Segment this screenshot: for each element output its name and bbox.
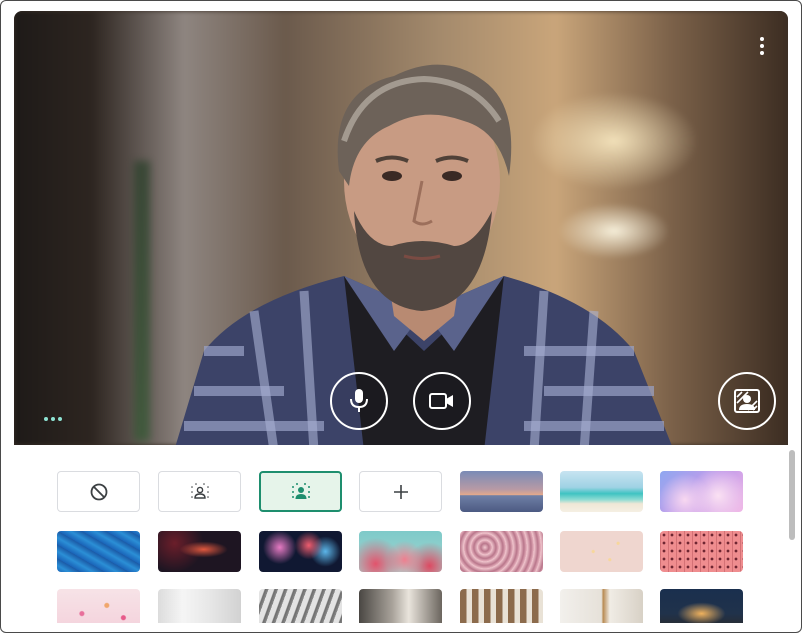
blur-slight-icon: [190, 482, 209, 499]
background-pink-blossoms[interactable]: [359, 531, 442, 572]
background-fireworks[interactable]: [259, 531, 342, 572]
blur-option[interactable]: [259, 471, 342, 512]
camera-button[interactable]: [413, 372, 471, 430]
background-white-shelves[interactable]: [560, 589, 643, 623]
background-blue-water[interactable]: [57, 531, 140, 572]
background-effects-icon: [734, 389, 760, 413]
background-sunset-horizon[interactable]: [460, 471, 543, 512]
background-lit-house-night[interactable]: [660, 589, 743, 623]
blur-icon: [291, 482, 310, 499]
background-confetti-floor[interactable]: [57, 589, 140, 623]
more-vert-icon[interactable]: [758, 37, 766, 55]
upload-background-option[interactable]: [359, 471, 442, 512]
slight-blur-option[interactable]: [158, 471, 241, 512]
block-icon: [90, 483, 107, 500]
plus-icon: [393, 484, 408, 499]
background-pink-clouds[interactable]: [660, 471, 743, 512]
background-tropical-beach[interactable]: [560, 471, 643, 512]
scrollbar-thumb[interactable]: [789, 450, 795, 540]
panel-scrollbar[interactable]: [789, 450, 797, 618]
background-effects-button[interactable]: [718, 372, 776, 430]
microphone-button[interactable]: [330, 372, 388, 430]
background-plant-blur: [134, 161, 150, 441]
more-horiz-icon[interactable]: [44, 417, 64, 423]
background-bookshelf-room[interactable]: [460, 589, 543, 623]
background-red-nebula[interactable]: [158, 531, 241, 572]
background-flower-field[interactable]: [460, 531, 543, 572]
background-pink-grid-pattern[interactable]: [660, 531, 743, 572]
background-skylight-room[interactable]: [259, 589, 342, 623]
background-effects-panel: [14, 445, 788, 623]
video-camera-icon: [429, 393, 453, 409]
background-pink-confetti-wall[interactable]: [560, 531, 643, 572]
background-modern-interior[interactable]: [359, 589, 442, 623]
background-white-room[interactable]: [158, 589, 241, 623]
no-effect-option[interactable]: [57, 471, 140, 512]
camera-preview: [14, 11, 788, 445]
background-effects-window: [0, 0, 802, 633]
microphone-icon: [350, 389, 368, 412]
